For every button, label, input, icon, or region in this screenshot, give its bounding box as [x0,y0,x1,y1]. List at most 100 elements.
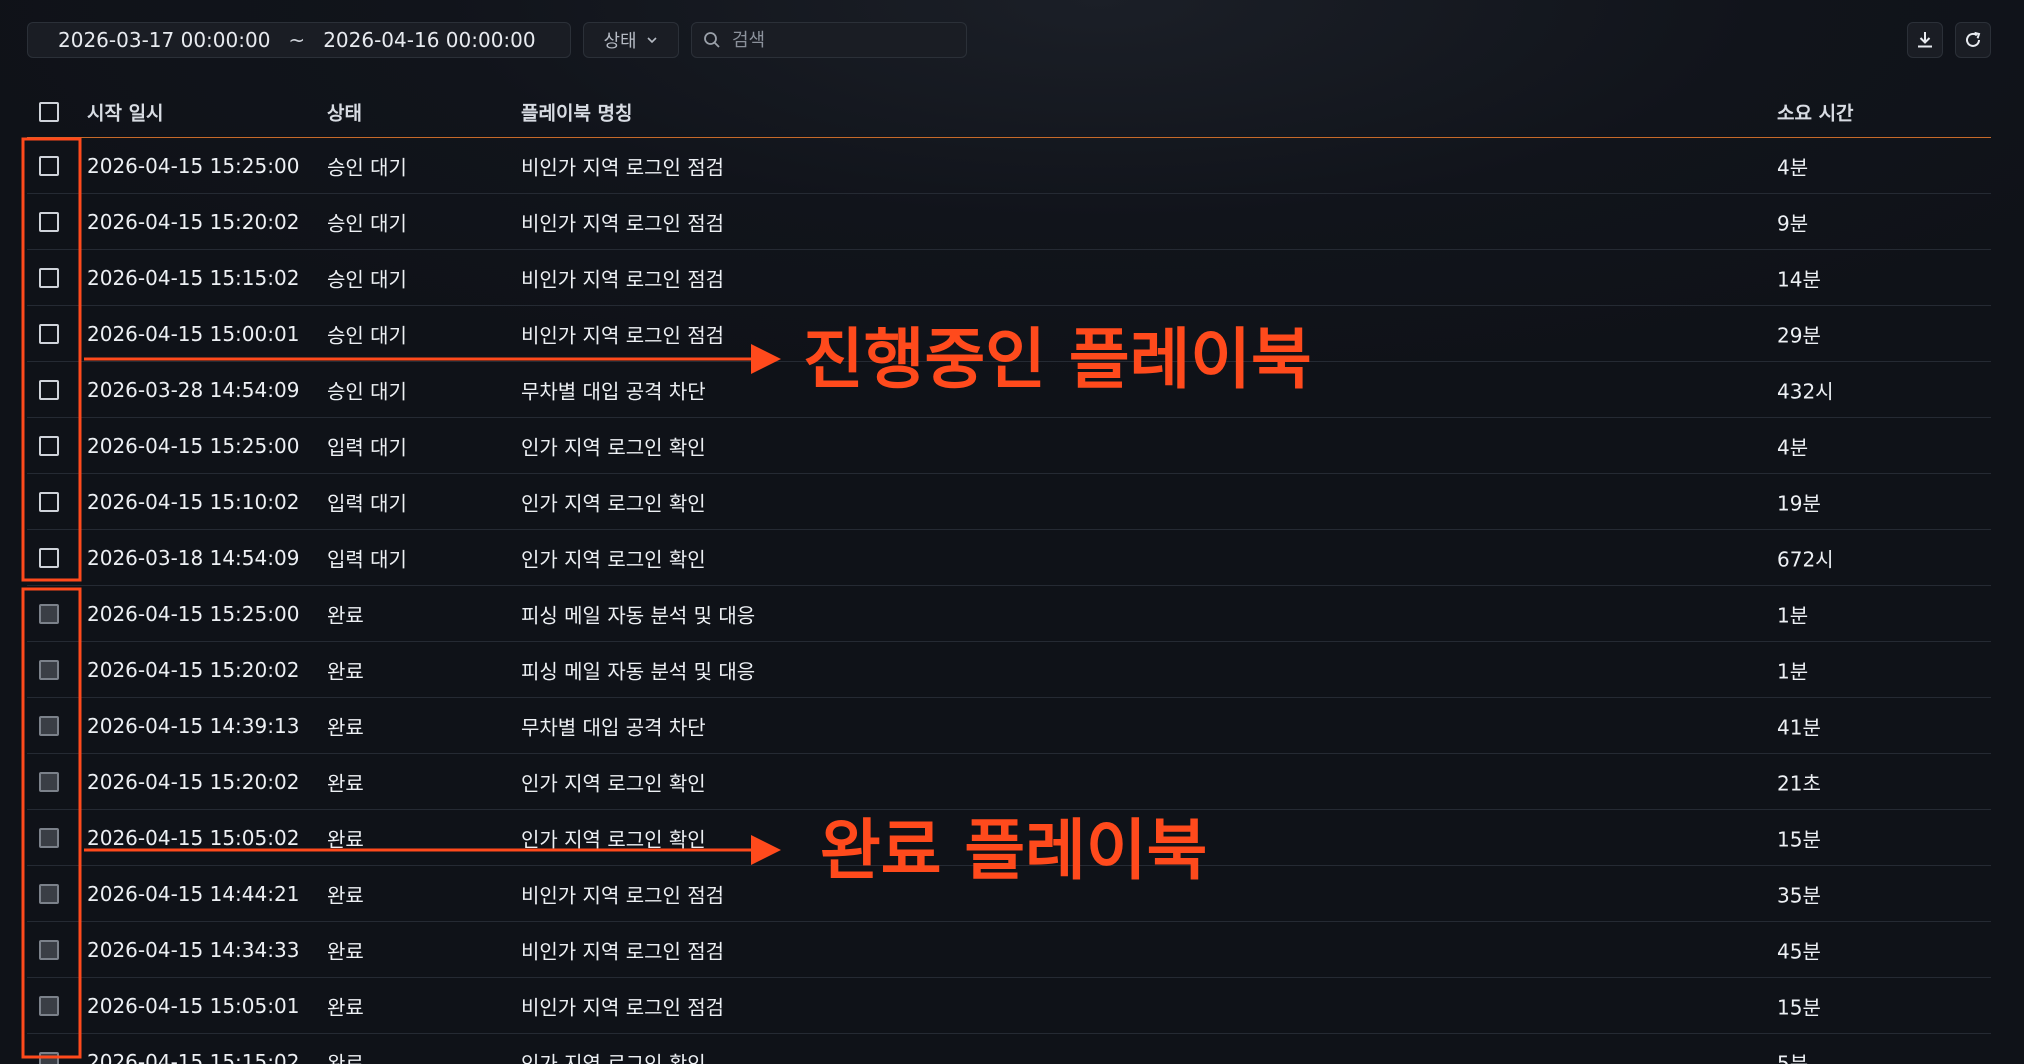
row-playbook-name[interactable]: 인가 지역 로그인 확인 [521,1047,706,1064]
table-row[interactable]: 2026-04-15 15:20:02 완료 인가 지역 로그인 확인 21초 [27,754,1991,810]
row-status: 승인 대기 [327,267,407,291]
table-row[interactable]: 2026-04-15 15:05:01 완료 비인가 지역 로그인 점검 15분 [27,978,1991,1034]
row-playbook-name[interactable]: 비인가 지역 로그인 점검 [521,207,724,236]
row-start-time: 2026-04-15 15:25:00 [87,601,300,626]
row-checkbox[interactable] [39,155,59,176]
row-playbook-name[interactable]: 비인가 지역 로그인 점검 [521,319,724,348]
table-row[interactable]: 2026-04-15 15:20:02 완료 피싱 메일 자동 분석 및 대응 1분 [27,642,1991,698]
row-checkbox[interactable] [39,659,59,680]
row-duration: 4분 [1777,435,1809,459]
row-status: 완료 [327,715,364,739]
table-row[interactable]: 2026-04-15 15:25:00 승인 대기 비인가 지역 로그인 점검 4분 [27,138,1991,194]
row-start-time: 2026-04-15 15:15:02 [87,1049,300,1064]
row-checkbox[interactable] [39,827,59,848]
row-checkbox[interactable] [39,547,59,568]
table-row[interactable]: 2026-04-15 14:34:33 완료 비인가 지역 로그인 점검 45분 [27,922,1991,978]
filter-toolbar: 2026-03-17 00:00:00 ~ 2026-04-16 00:00:0… [27,22,967,58]
row-playbook-name[interactable]: 인가 지역 로그인 확인 [521,767,706,796]
row-checkbox[interactable] [39,603,59,624]
row-playbook-name[interactable]: 인가 지역 로그인 확인 [521,543,706,572]
row-duration: 432시 [1777,379,1834,403]
search-input[interactable] [730,28,954,52]
row-playbook-name[interactable]: 인가 지역 로그인 확인 [521,487,706,516]
row-status: 승인 대기 [327,323,407,347]
row-status: 승인 대기 [327,379,407,403]
row-status: 완료 [327,1051,364,1064]
row-checkbox[interactable] [39,995,59,1016]
row-status: 승인 대기 [327,155,407,179]
table-row[interactable]: 2026-04-15 15:10:02 입력 대기 인가 지역 로그인 확인 19분 [27,474,1991,530]
row-start-time: 2026-03-28 14:54:09 [87,377,300,402]
row-checkbox[interactable] [39,379,59,400]
row-playbook-name[interactable]: 비인가 지역 로그인 점검 [521,935,724,964]
row-status: 완료 [327,659,364,683]
row-start-time: 2026-04-15 15:05:01 [87,993,300,1018]
table-row[interactable]: 2026-04-15 15:25:00 완료 피싱 메일 자동 분석 및 대응 1분 [27,586,1991,642]
table-row[interactable]: 2026-04-15 15:20:02 승인 대기 비인가 지역 로그인 점검 9분 [27,194,1991,250]
row-duration: 672시 [1777,547,1834,571]
row-start-time: 2026-04-15 15:20:02 [87,209,300,234]
row-duration: 1분 [1777,659,1809,683]
in-progress-annotation-label: 진행중인 플레이북 [803,321,1312,398]
status-filter-dropdown[interactable]: 상태 [583,22,679,58]
row-playbook-name[interactable]: 비인가 지역 로그인 점검 [521,151,724,180]
row-checkbox[interactable] [39,1051,59,1064]
row-playbook-name[interactable]: 인가 지역 로그인 확인 [521,431,706,460]
column-header-duration[interactable]: 소요 시간 [1777,99,1854,126]
date-from[interactable]: 2026-03-17 00:00:00 [58,28,270,52]
playbook-run-list-screen: 2026-03-17 00:00:00 ~ 2026-04-16 00:00:0… [0,0,2024,1064]
row-start-time: 2026-04-15 14:44:21 [87,881,300,906]
row-start-time: 2026-04-15 15:25:00 [87,433,300,458]
row-start-time: 2026-04-15 15:25:00 [87,153,300,178]
column-header-start[interactable]: 시작 일시 [87,99,164,126]
row-duration: 35분 [1777,883,1821,907]
table-row[interactable]: 2026-04-15 15:25:00 입력 대기 인가 지역 로그인 확인 4분 [27,418,1991,474]
download-button[interactable] [1907,22,1943,58]
row-checkbox[interactable] [39,491,59,512]
column-header-name[interactable]: 플레이북 명칭 [521,99,633,126]
row-start-time: 2026-04-15 15:00:01 [87,321,300,346]
date-range-picker[interactable]: 2026-03-17 00:00:00 ~ 2026-04-16 00:00:0… [27,22,571,58]
row-checkbox[interactable] [39,267,59,288]
row-checkbox[interactable] [39,435,59,456]
row-playbook-name[interactable]: 비인가 지역 로그인 점검 [521,991,724,1020]
row-playbook-name[interactable]: 무차별 대입 공격 차단 [521,711,706,740]
select-all-checkbox[interactable] [39,102,59,122]
row-playbook-name[interactable]: 인가 지역 로그인 확인 [521,823,706,852]
row-start-time: 2026-04-15 14:34:33 [87,937,300,962]
row-duration: 45분 [1777,939,1821,963]
row-start-time: 2026-04-15 15:15:02 [87,265,300,290]
table-row[interactable]: 2026-04-15 15:15:02 승인 대기 비인가 지역 로그인 점검 14분 [27,250,1991,306]
table-row[interactable]: 2026-04-15 14:39:13 완료 무차별 대입 공격 차단 41분 [27,698,1991,754]
row-playbook-name[interactable]: 비인가 지역 로그인 점검 [521,263,724,292]
row-playbook-name[interactable]: 무차별 대입 공격 차단 [521,375,706,404]
row-checkbox[interactable] [39,211,59,232]
row-status: 완료 [327,603,364,627]
refresh-icon [1966,31,1981,47]
table-row[interactable]: 2026-04-15 15:15:02 완료 인가 지역 로그인 확인 5분 [27,1034,1991,1064]
row-playbook-name[interactable]: 피싱 메일 자동 분석 및 대응 [521,599,755,628]
row-checkbox[interactable] [39,323,59,344]
refresh-button[interactable] [1955,22,1991,58]
row-playbook-name[interactable]: 피싱 메일 자동 분석 및 대응 [521,655,755,684]
column-header-status[interactable]: 상태 [327,99,362,126]
row-duration: 5분 [1777,1051,1809,1064]
table-row[interactable]: 2026-03-18 14:54:09 입력 대기 인가 지역 로그인 확인 672시 [27,530,1991,586]
row-start-time: 2026-04-15 15:05:02 [87,825,300,850]
row-checkbox[interactable] [39,883,59,904]
row-status: 승인 대기 [327,211,407,235]
row-checkbox[interactable] [39,715,59,736]
row-playbook-name[interactable]: 비인가 지역 로그인 점검 [521,879,724,908]
row-status: 완료 [327,771,364,795]
search-box[interactable] [691,22,967,58]
date-to[interactable]: 2026-04-16 00:00:00 [323,28,535,52]
row-checkbox[interactable] [39,771,59,792]
row-start-time: 2026-04-15 15:20:02 [87,657,300,682]
row-duration: 4분 [1777,155,1809,179]
search-icon [704,32,720,48]
download-icon [1918,32,1932,48]
row-checkbox[interactable] [39,939,59,960]
row-duration: 29분 [1777,323,1821,347]
row-status: 입력 대기 [327,547,407,571]
row-duration: 15분 [1777,827,1821,851]
